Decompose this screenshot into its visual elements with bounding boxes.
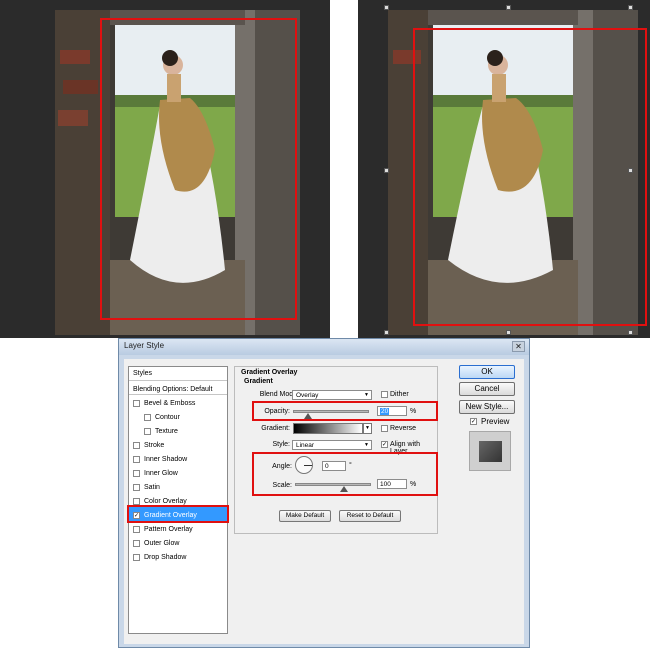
scale-input[interactable]: 100 [377, 479, 407, 489]
selection-highlight [413, 28, 647, 326]
dialog-body: Styles Blending Options: Default Bevel & … [124, 359, 524, 644]
style-item[interactable]: Inner Glow [129, 465, 227, 479]
style-item-checkbox[interactable] [133, 526, 140, 533]
style-item[interactable]: Bevel & Emboss [129, 395, 227, 409]
angle-input[interactable]: 0 [322, 461, 346, 471]
style-item-label: Color Overlay [144, 498, 187, 505]
style-item[interactable]: Blending Options: Default [129, 381, 227, 395]
reverse-checkbox[interactable] [381, 425, 388, 432]
style-item-checkbox[interactable] [133, 540, 140, 547]
style-item[interactable]: Pattern Overlay [129, 521, 227, 535]
canvas-original [0, 0, 330, 338]
style-item-checkbox[interactable] [133, 484, 140, 491]
cancel-button[interactable]: Cancel [459, 382, 515, 396]
gradient-swatch[interactable] [293, 423, 363, 434]
canvas-transformed [358, 0, 650, 338]
style-item-label: Gradient Overlay [144, 512, 197, 519]
preview-checkbox[interactable]: ✓ [470, 418, 477, 425]
style-item[interactable]: Contour [129, 409, 227, 423]
transform-handle[interactable] [384, 168, 389, 173]
style-item[interactable]: Texture [129, 423, 227, 437]
style-item-checkbox[interactable] [144, 414, 151, 421]
styles-header[interactable]: Styles [129, 367, 227, 381]
opacity-slider-thumb[interactable] [304, 413, 313, 419]
style-item-label: Bevel & Emboss [144, 400, 196, 407]
chevron-down-icon[interactable]: ▼ [363, 423, 372, 434]
opacity-unit: % [410, 408, 417, 415]
style-item-label: Outer Glow [144, 540, 180, 547]
transform-handle[interactable] [628, 5, 633, 10]
blend-mode-label: Blend Mode: [259, 391, 299, 398]
transform-handle[interactable] [628, 330, 633, 335]
style-item-label: Inner Shadow [144, 456, 188, 463]
reset-to-default-button[interactable]: Reset to Default [339, 510, 401, 522]
style-item-label: Texture [155, 428, 178, 435]
style-item-label: Drop Shadow [144, 554, 187, 561]
style-item[interactable]: Inner Shadow [129, 451, 227, 465]
style-item-checkbox[interactable] [133, 554, 140, 561]
style-item-label: Inner Glow [144, 470, 178, 477]
style-item-checkbox[interactable] [133, 456, 140, 463]
gradient-label: Gradient: [261, 425, 290, 432]
style-item-checkbox[interactable] [133, 442, 140, 449]
transform-handle[interactable] [506, 330, 511, 335]
chevron-down-icon: ▼ [364, 392, 369, 398]
style-item-label: Stroke [144, 442, 165, 449]
preview-thumbnail [469, 431, 511, 471]
transform-handle[interactable] [384, 330, 389, 335]
styles-list: Styles Blending Options: Default Bevel & … [127, 366, 229, 634]
make-default-button[interactable]: Make Default [279, 510, 331, 522]
style-select[interactable]: Linear ▼ [292, 440, 372, 450]
transform-handle[interactable] [384, 5, 389, 10]
chevron-down-icon: ▼ [364, 442, 369, 448]
blend-mode-select[interactable]: Overlay ▼ [292, 390, 372, 400]
style-item[interactable]: Drop Shadow [129, 549, 227, 563]
scale-slider[interactable] [295, 483, 371, 486]
opacity-label: Opacity: [264, 408, 290, 415]
style-item-checkbox[interactable] [144, 428, 151, 435]
style-item[interactable]: Stroke [129, 437, 227, 451]
panel-title: Gradient Overlay [241, 369, 298, 376]
opacity-value: 20 [380, 408, 390, 415]
scale-label: Scale: [272, 482, 292, 489]
style-item[interactable]: Satin [129, 479, 227, 493]
scale-slider-thumb[interactable] [339, 486, 348, 492]
style-item-label: Pattern Overlay [144, 526, 193, 533]
ok-button[interactable]: OK [459, 365, 515, 379]
reverse-label: Reverse [390, 425, 417, 432]
align-with-layer-checkbox[interactable]: ✓ [381, 441, 388, 448]
dither-checkbox[interactable] [381, 391, 388, 398]
opacity-input[interactable]: 20 [377, 406, 407, 416]
blend-mode-value: Overlay [296, 392, 319, 399]
transform-handle[interactable] [506, 5, 511, 10]
new-style-button[interactable]: New Style... [459, 400, 515, 414]
style-value: Linear [296, 442, 315, 449]
dialog-title: Layer Style [124, 341, 165, 350]
style-item-label: Blending Options: Default [133, 385, 213, 393]
dialog-titlebar: Layer Style ✕ [119, 339, 529, 355]
angle-unit: ° [349, 462, 352, 469]
gradient-overlay-panel: Gradient Overlay Gradient Blend Mode: Ov… [234, 366, 438, 534]
angle-dial[interactable] [295, 456, 313, 474]
style-item-checkbox[interactable]: ✓ [133, 512, 140, 519]
style-label: Style: [272, 441, 290, 448]
style-item[interactable]: ✓ Gradient Overlay [127, 505, 229, 523]
angle-label: Angle: [272, 463, 292, 470]
close-icon[interactable]: ✕ [512, 341, 525, 352]
selection-highlight [100, 18, 297, 320]
style-item-label: Contour [155, 414, 180, 421]
style-item[interactable]: Outer Glow [129, 535, 227, 549]
style-item-checkbox[interactable] [133, 498, 140, 505]
style-item-checkbox[interactable] [133, 400, 140, 407]
scale-unit: % [410, 481, 417, 488]
style-item-label: Satin [144, 484, 160, 491]
preview-label: Preview [481, 417, 510, 426]
style-item-checkbox[interactable] [133, 470, 140, 477]
layer-style-dialog: Layer Style ✕ Styles Blending Options: D… [118, 338, 530, 648]
dither-label: Dither [390, 391, 409, 398]
panel-subtitle: Gradient [244, 378, 273, 385]
style-item[interactable]: Color Overlay [129, 493, 227, 507]
